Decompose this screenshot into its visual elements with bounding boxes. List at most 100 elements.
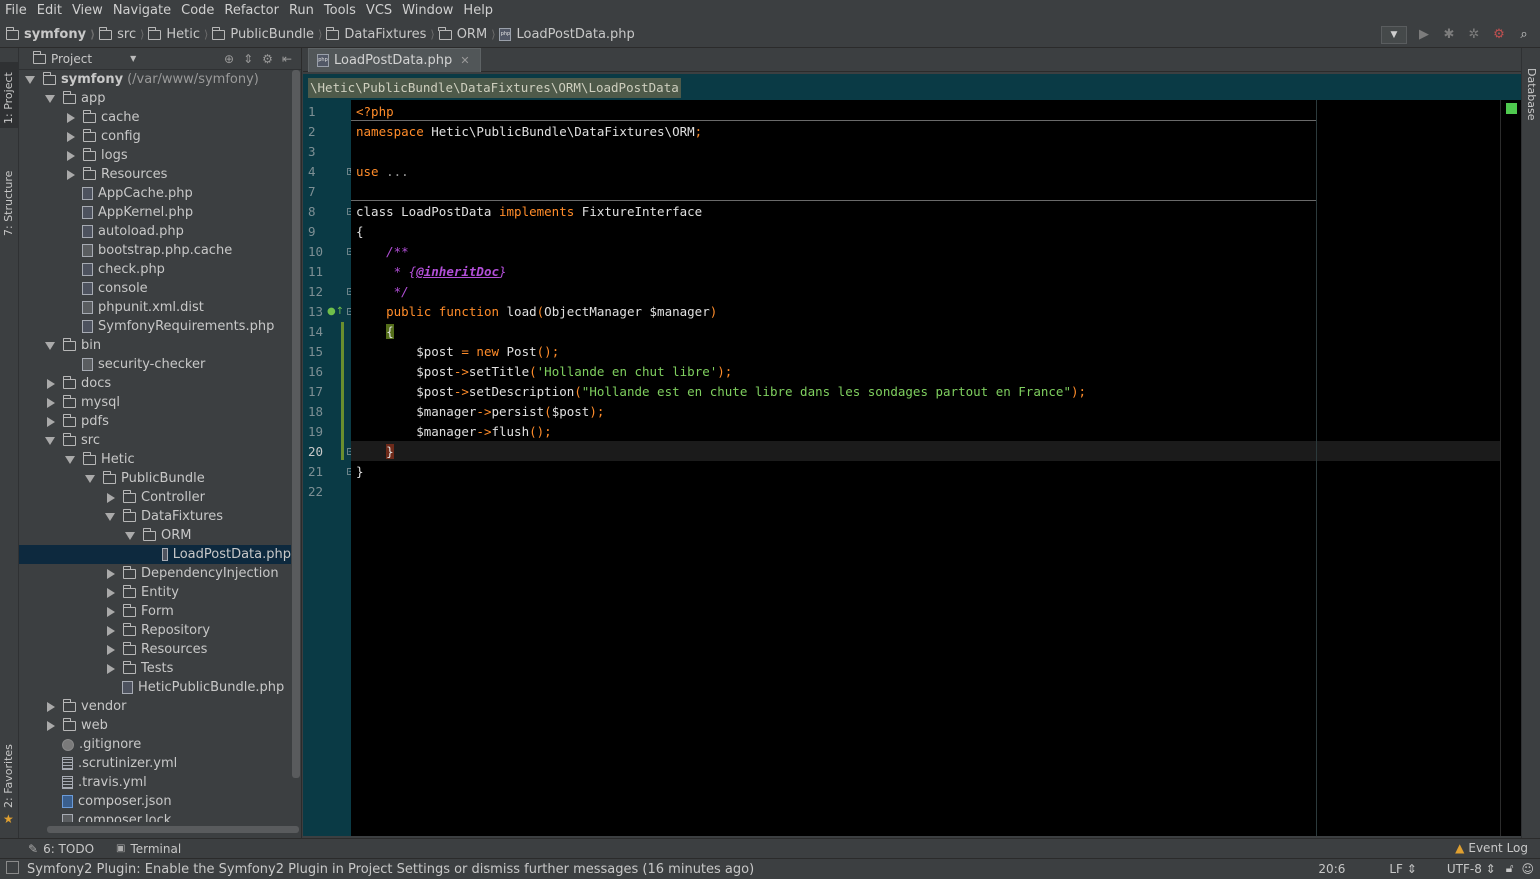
status-message[interactable]: Symfony2 Plugin: Enable the Symfony2 Plu… xyxy=(6,861,754,877)
chevron-down-icon[interactable] xyxy=(45,341,55,350)
terminal-tool-button[interactable]: ▣ Terminal xyxy=(116,842,181,856)
chevron-right-icon[interactable] xyxy=(47,720,55,731)
tree-item[interactable]: Controller xyxy=(19,488,291,507)
chevron-right-icon[interactable] xyxy=(47,701,55,712)
chevron-right-icon[interactable] xyxy=(107,492,115,503)
tree-item[interactable]: app xyxy=(19,89,291,108)
chevron-down-icon[interactable] xyxy=(45,94,55,103)
tree-item[interactable]: cache xyxy=(19,108,291,127)
favorites-tool-tab[interactable]: 2: Favorites ★ xyxy=(0,744,19,826)
breadcrumb-file[interactable]: php LoadPostData.php xyxy=(499,27,635,42)
gear-icon[interactable]: ⚙ xyxy=(262,52,273,66)
menu-code[interactable]: Code xyxy=(178,0,218,22)
chevron-right-icon[interactable] xyxy=(107,568,115,579)
tree-item[interactable]: ORM xyxy=(19,526,291,545)
chevron-right-icon[interactable] xyxy=(67,150,75,161)
chevron-right-icon[interactable] xyxy=(67,112,75,123)
tree-item[interactable]: security-checker xyxy=(19,355,291,374)
breadcrumb-project[interactable]: symfony ⟩ xyxy=(5,26,95,42)
chevron-down-icon[interactable] xyxy=(85,474,95,483)
tree-item[interactable]: symfony (/var/www/symfony) xyxy=(19,70,291,89)
menu-refactor[interactable]: Refactor xyxy=(221,0,283,22)
menu-help[interactable]: Help xyxy=(460,0,497,22)
tree-item[interactable]: composer.json xyxy=(19,792,291,811)
tree-item[interactable]: check.php xyxy=(19,260,291,279)
project-view-selector[interactable]: Project xyxy=(32,50,92,66)
chevron-right-icon[interactable] xyxy=(47,378,55,389)
tree-vertical-scrollbar[interactable] xyxy=(292,70,300,778)
chevron-right-icon[interactable] xyxy=(67,131,75,142)
tree-item[interactable]: DataFixtures xyxy=(19,507,291,526)
file-encoding[interactable]: UTF-8 ⇕ xyxy=(1425,862,1496,876)
tree-item[interactable]: Form xyxy=(19,602,291,621)
tree-item[interactable]: HeticPublicBundle.php xyxy=(19,678,291,697)
chevron-down-icon[interactable] xyxy=(65,455,75,464)
collapse-icon[interactable]: ⇕ xyxy=(243,52,253,66)
tree-item[interactable]: web xyxy=(19,716,291,735)
tree-item[interactable]: Resources xyxy=(19,165,291,184)
lock-icon[interactable]: 🔓︎ xyxy=(1506,861,1514,876)
chevron-right-icon[interactable] xyxy=(107,625,115,636)
search-icon[interactable]: ⌕ xyxy=(1515,26,1533,44)
chevron-right-icon[interactable] xyxy=(47,397,55,408)
caret-position[interactable]: 20:6 xyxy=(1318,862,1345,876)
coverage-icon[interactable]: ✲ xyxy=(1465,26,1483,44)
namespace-path[interactable]: \Hetic\PublicBundle\DataFixtures\ORM\Loa… xyxy=(308,78,681,98)
tree-item[interactable]: logs xyxy=(19,146,291,165)
locate-icon[interactable]: ⊕ xyxy=(224,52,234,66)
code-editor[interactable]: <?php namespace Hetic\PublicBundle\DataF… xyxy=(351,100,1500,836)
chevron-right-icon[interactable] xyxy=(67,169,75,180)
close-icon[interactable]: ✕ xyxy=(460,54,469,67)
chevron-down-icon[interactable]: ▼ xyxy=(130,54,136,63)
tree-item[interactable]: console xyxy=(19,279,291,298)
todo-tool-button[interactable]: ✎ 6: TODO xyxy=(28,842,94,856)
line-separator[interactable]: LF ⇕ xyxy=(1367,862,1416,876)
tree-item[interactable]: Entity xyxy=(19,583,291,602)
tree-item[interactable]: Repository xyxy=(19,621,291,640)
tree-item[interactable]: .gitignore xyxy=(19,735,291,754)
tree-item[interactable]: .scrutinizer.yml xyxy=(19,754,291,773)
tree-item[interactable]: composer.lock xyxy=(19,811,291,822)
project-tool-tab[interactable]: 1: Project xyxy=(0,62,19,128)
chevron-down-icon[interactable] xyxy=(105,512,115,521)
tree-horizontal-scrollbar[interactable] xyxy=(47,826,299,833)
tree-item[interactable]: docs xyxy=(19,374,291,393)
breadcrumb-orm[interactable]: ORM ⟩ xyxy=(438,26,495,42)
menu-run[interactable]: Run xyxy=(286,0,318,22)
breadcrumb-datafixtures[interactable]: DataFixtures ⟩ xyxy=(325,26,435,42)
profile-icon[interactable]: ⚙ xyxy=(1490,26,1508,44)
chevron-down-icon[interactable] xyxy=(125,531,135,540)
chevron-right-icon[interactable] xyxy=(107,587,115,598)
breadcrumb-hetic[interactable]: Hetic ⟩ xyxy=(147,26,208,42)
breadcrumb-src[interactable]: src ⟩ xyxy=(98,26,144,42)
chevron-right-icon[interactable] xyxy=(47,416,55,427)
inspection-icon[interactable]: ☺ xyxy=(1521,862,1534,876)
tree-item[interactable]: Resources xyxy=(19,640,291,659)
event-log-button[interactable]: ▲ Event Log xyxy=(1455,841,1528,855)
tree-item[interactable]: src xyxy=(19,431,291,450)
tree-item[interactable]: pdfs xyxy=(19,412,291,431)
vcs-change-marker[interactable] xyxy=(341,322,344,460)
tree-item[interactable]: AppKernel.php xyxy=(19,203,291,222)
tree-item[interactable]: .travis.yml xyxy=(19,773,291,792)
chevron-right-icon[interactable] xyxy=(107,644,115,655)
breadcrumb-publicbundle[interactable]: PublicBundle ⟩ xyxy=(211,26,322,42)
run-icon[interactable]: ▶ xyxy=(1415,26,1433,44)
tree-item[interactable]: DependencyInjection xyxy=(19,564,291,583)
tree-item[interactable]: bin xyxy=(19,336,291,355)
menu-file[interactable]: File xyxy=(2,0,31,22)
tree-item[interactable]: AppCache.php xyxy=(19,184,291,203)
debug-icon[interactable]: ✱ xyxy=(1440,26,1458,44)
tree-item[interactable]: Tests xyxy=(19,659,291,678)
chevron-right-icon[interactable] xyxy=(107,663,115,674)
tree-item[interactable]: vendor xyxy=(19,697,291,716)
hide-panel-icon[interactable]: ⇤ xyxy=(282,52,292,66)
menu-vcs[interactable]: VCS xyxy=(363,0,396,22)
tree-item[interactable]: mysql xyxy=(19,393,291,412)
chevron-right-icon[interactable] xyxy=(107,606,115,617)
structure-tool-tab[interactable]: 7: Structure xyxy=(0,160,19,240)
editor-tab-loadpostdata[interactable]: php LoadPostData.php ✕ xyxy=(308,48,481,72)
analysis-ok-icon[interactable] xyxy=(1506,103,1517,114)
chevron-down-icon[interactable] xyxy=(45,436,55,445)
tree-item[interactable]: config xyxy=(19,127,291,146)
